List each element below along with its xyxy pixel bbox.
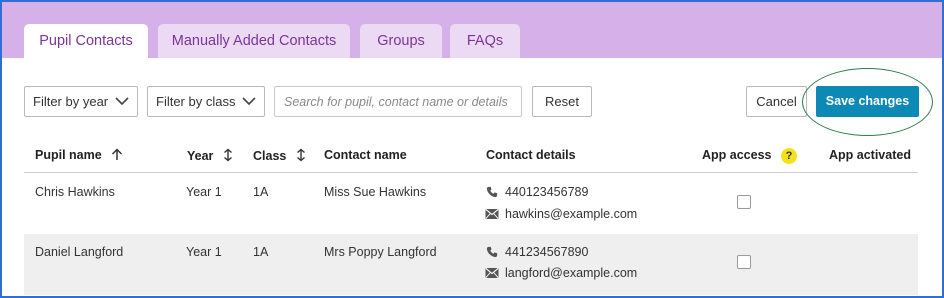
column-header-label: Pupil name	[35, 148, 102, 162]
sort-both-icon	[223, 148, 232, 162]
column-header-year[interactable]: Year	[187, 148, 233, 163]
sort-both-icon	[296, 148, 305, 162]
filter-by-class-label: Filter by class	[156, 94, 236, 109]
column-header-label: App access	[702, 148, 772, 162]
filter-by-class-select[interactable]: Filter by class	[147, 86, 265, 117]
tab-bar: Pupil Contacts Manually Added Contacts G…	[2, 2, 942, 58]
contact-name-cell: Mrs Poppy Langford	[324, 245, 437, 259]
help-icon[interactable]: ?	[780, 148, 797, 164]
filter-by-year-select[interactable]: Filter by year	[24, 86, 138, 117]
email-address: langford@example.com	[505, 266, 638, 280]
column-header-label: Year	[187, 149, 214, 163]
phone-number: 441234567890	[505, 245, 589, 259]
column-header-pupil-name[interactable]: Pupil name	[35, 148, 123, 162]
app-access-checkbox[interactable]	[737, 255, 751, 269]
phone-icon	[486, 186, 498, 198]
app-frame: Pupil Contacts Manually Added Contacts G…	[0, 0, 944, 298]
class-cell: 1A	[253, 185, 269, 199]
envelope-icon	[485, 267, 499, 278]
year-cell: Year 1	[186, 245, 222, 259]
phone-icon	[486, 246, 498, 258]
pupil-name-cell: Chris Hawkins	[35, 185, 115, 199]
class-cell: 1A	[253, 245, 269, 259]
tab-manually-added-contacts[interactable]: Manually Added Contacts	[158, 24, 350, 58]
filter-by-year-label: Filter by year	[33, 94, 109, 109]
highlight-ring	[802, 68, 933, 136]
column-header-contact-details: Contact details	[486, 148, 576, 162]
phone-number: 440123456789	[505, 185, 589, 199]
email-address: hawkins@example.com	[505, 207, 638, 221]
column-header-label: Class	[253, 149, 287, 163]
chevron-down-icon	[115, 97, 129, 106]
tab-groups[interactable]: Groups	[360, 24, 442, 58]
chevron-down-icon	[242, 97, 256, 106]
table-row: Daniel Langford Year 1 1A Mrs Poppy Lang…	[24, 234, 918, 295]
reset-button[interactable]: Reset	[532, 86, 592, 117]
app-access-checkbox[interactable]	[737, 195, 751, 209]
pupil-name-cell: Daniel Langford	[35, 245, 124, 259]
search-input[interactable]	[274, 86, 522, 117]
year-cell: Year 1	[186, 185, 222, 199]
column-header-app-access: App access ?	[702, 148, 797, 164]
tab-pupil-contacts[interactable]: Pupil Contacts	[24, 24, 148, 58]
contact-name-cell: Miss Sue Hawkins	[324, 185, 427, 199]
cancel-button[interactable]: Cancel	[746, 86, 807, 117]
column-header-contact-name: Contact name	[324, 148, 407, 162]
table-row: Chris Hawkins Year 1 1A Miss Sue Hawkins…	[24, 173, 918, 234]
tab-faqs[interactable]: FAQs	[450, 24, 520, 58]
column-header-app-activated: App activated	[829, 148, 911, 162]
column-header-class[interactable]: Class	[253, 148, 306, 163]
envelope-icon	[485, 208, 499, 219]
sort-ascending-icon	[112, 148, 123, 160]
